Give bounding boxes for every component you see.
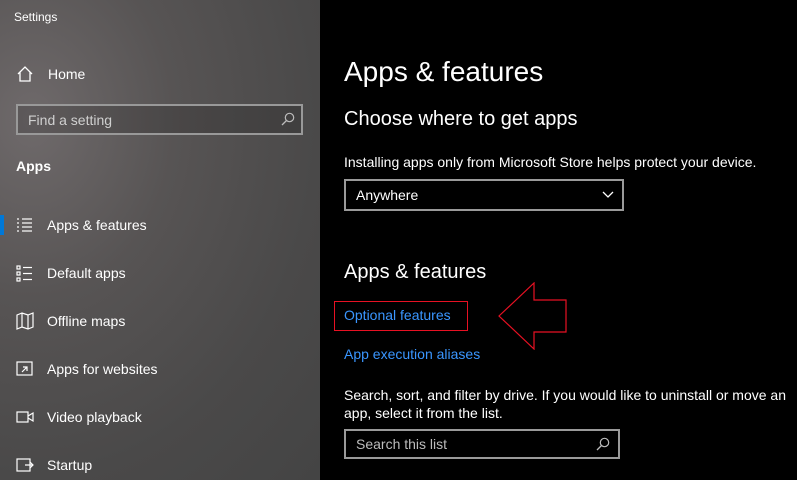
home-nav-item[interactable]: Home [16,64,85,84]
app-list-search-box[interactable] [344,429,620,459]
list-description: Search, sort, and filter by drive. If yo… [344,387,786,421]
settings-search-box[interactable] [16,104,303,135]
optional-features-link[interactable]: Optional features [344,307,451,323]
app-source-dropdown[interactable]: Anywhere [344,179,624,211]
home-label: Home [48,66,86,82]
sidebar-item-label: Default apps [47,265,126,281]
sidebar-item-offline-maps[interactable]: Offline maps [0,301,320,341]
sidebar-item-apps-for-websites[interactable]: Apps for websites [0,349,320,389]
home-icon [17,66,33,82]
chevron-down-icon [602,191,614,198]
page-title: Apps & features [344,56,544,87]
sidebar-item-label: Offline maps [47,313,126,329]
open-in-app-icon [16,361,33,376]
sidebar-item-default-apps[interactable]: Default apps [0,253,320,293]
sidebar-item-apps-features[interactable]: Apps & features [0,205,320,245]
search-icon[interactable] [596,437,610,451]
sidebar-item-label: Apps for websites [47,361,158,377]
app-list-search-input[interactable] [346,431,596,457]
map-icon [16,312,34,330]
choose-apps-description: Installing apps only from Microsoft Stor… [344,154,757,170]
annotation-arrow-icon [498,282,567,350]
apps-features-heading: Apps & features [344,261,487,283]
sidebar-item-video-playback[interactable]: Video playback [0,397,320,437]
app-source-value: Anywhere [356,187,419,203]
settings-search-input[interactable] [18,106,278,133]
search-icon[interactable] [281,112,295,126]
app-execution-aliases-link[interactable]: App execution aliases [344,346,480,362]
apps-features-icon [17,218,32,232]
sidebar-item-startup[interactable]: Startup [0,445,320,480]
main-content: Apps & features Choose where to get apps… [320,0,797,480]
startup-icon [16,458,34,472]
section-label: Apps [16,158,51,174]
sidebar: Settings Home Apps Apps & features [0,0,320,480]
video-icon [16,411,34,423]
default-apps-icon [16,265,32,282]
choose-apps-heading: Choose where to get apps [344,108,578,130]
sidebar-item-label: Startup [47,457,93,473]
sidebar-item-label: Apps & features [47,217,147,233]
sidebar-item-label: Video playback [47,409,142,425]
window-title: Settings [14,10,58,24]
